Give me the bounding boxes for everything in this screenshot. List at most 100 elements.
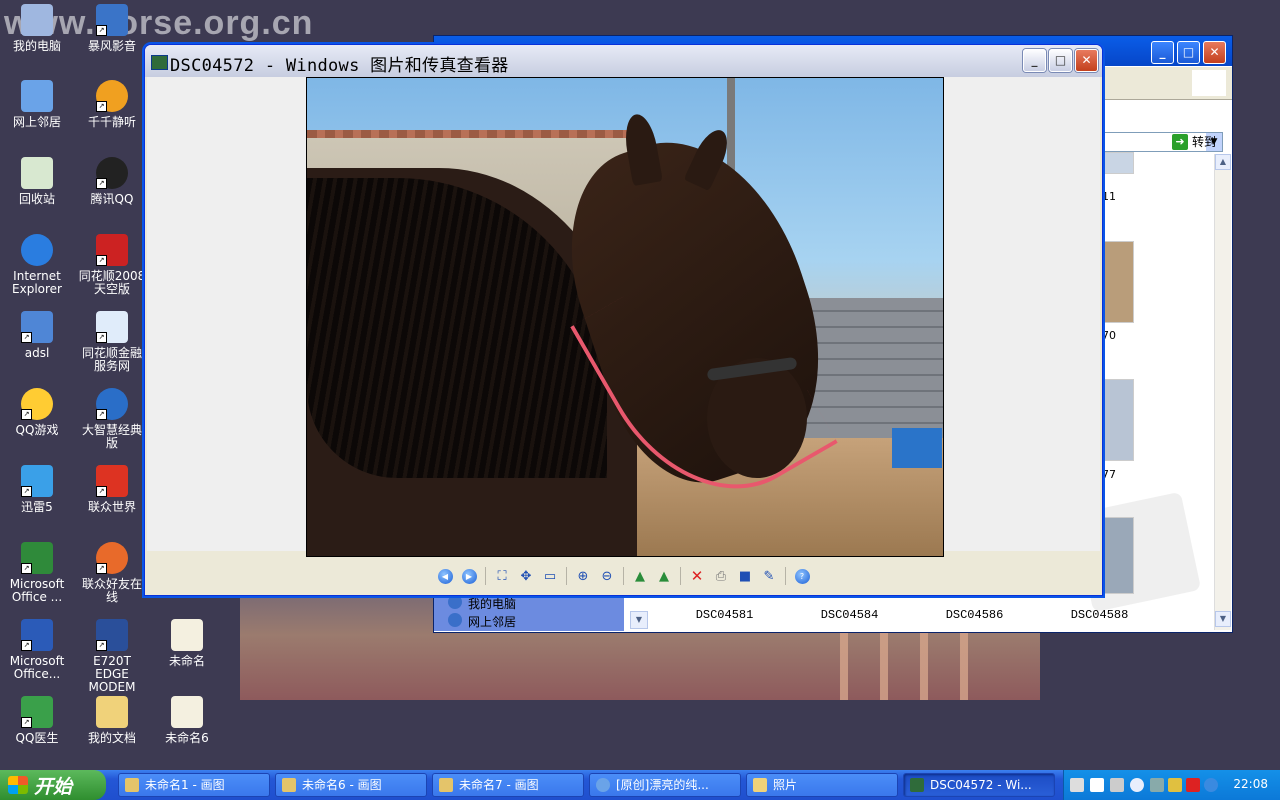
taskbar-item-ie[interactable]: [原创]漂亮的纯... (589, 773, 741, 797)
desktop-icon-dazhihui[interactable]: ↗ 大智慧经典 版 (75, 388, 149, 450)
save-icon: ■ (738, 568, 752, 584)
paint-icon (439, 778, 453, 792)
chevron-left-icon[interactable] (1130, 778, 1144, 792)
viewer-close-button[interactable]: ✕ (1075, 49, 1098, 72)
viewer-minimize-button[interactable]: _ (1023, 49, 1046, 72)
network-tray-icon[interactable] (1150, 778, 1164, 792)
zoom-in-button[interactable]: ⊕ (572, 565, 594, 587)
desktop-icon-ms-excel[interactable]: ↗ Microsoft Office ... (0, 542, 74, 604)
thumbnail-name[interactable]: DSC04586 (912, 608, 1037, 622)
help-tray-icon[interactable] (1090, 778, 1104, 792)
desktop-icon-network[interactable]: 网上邻居 (0, 80, 74, 129)
viewer-title-bar[interactable]: DSC04572 - Windows 图片和传真查看器 _ □ ✕ (145, 45, 1102, 77)
recycle-bin-icon (21, 157, 53, 189)
scroll-down-icon[interactable]: ▼ (1215, 611, 1231, 627)
computer-icon (21, 4, 53, 36)
desktop-icon-edge-modem[interactable]: ↗ E720T EDGE MODEM (75, 619, 149, 694)
desktop-icon-untitled6[interactable]: 未命名6 (150, 696, 224, 745)
actual-size-button[interactable]: ✥ (515, 565, 537, 587)
help-button[interactable]: ? (791, 565, 813, 587)
zoom-out-button[interactable]: ⊖ (596, 565, 618, 587)
desktop-icon-qq-game[interactable]: ↗ QQ游戏 (0, 388, 74, 437)
delete-button[interactable]: ✕ (686, 565, 708, 587)
explorer-vertical-scrollbar[interactable]: ▲ (1214, 154, 1231, 630)
desktop-icon-ms-word[interactable]: ↗ Microsoft Office... (0, 619, 74, 681)
taskbar: 开始 未命名1 - 画图 未命名6 - 画图 未命名7 - 画图 [原创]漂亮的… (0, 770, 1280, 800)
best-fit-button[interactable]: ⛶ (491, 565, 513, 587)
thumbnail-partial[interactable] (1102, 517, 1134, 594)
desktop-icon-my-computer[interactable]: 我的电脑 (0, 4, 74, 53)
desktop-icon-adsl[interactable]: ↗ adsl (0, 311, 74, 360)
picture-viewer-window[interactable]: DSC04572 - Windows 图片和传真查看器 _ □ ✕ ◀ ▶ ⛶ … (144, 44, 1103, 596)
desktop-icon-my-documents[interactable]: 我的文档 (75, 696, 149, 745)
qq-tray-icon[interactable] (1204, 778, 1218, 792)
taskbar-item-picture-viewer[interactable]: DSC04572 - Wi... (903, 773, 1055, 797)
thumbnail-label: 70 (1102, 329, 1116, 342)
edit-icon: ✎ (763, 568, 775, 584)
pane-scroll-down-icon[interactable]: ▼ (630, 611, 648, 629)
toolbar-separator (680, 567, 681, 585)
thumbnail-name[interactable]: DSC04584 (787, 608, 912, 622)
excel-icon: ↗ (21, 542, 53, 574)
clock[interactable]: 22:08 (1233, 777, 1268, 791)
next-image-button[interactable]: ▶ (458, 565, 480, 587)
desktop-icon-tonghuashun-finance[interactable]: ↗ 同花顺金融 服务网 (75, 311, 149, 373)
arrow-right-icon: ➜ (1172, 133, 1188, 150)
scroll-up-icon[interactable]: ▲ (1215, 154, 1231, 170)
desktop-icon-internet-explorer[interactable]: Internet Explorer (0, 234, 74, 296)
taskbar-item-paint-6[interactable]: 未命名6 - 画图 (275, 773, 427, 797)
cards-icon: ↗ (96, 234, 128, 266)
thumbnail-name[interactable]: DSC04581 (662, 608, 787, 622)
left-pane-my-computer[interactable]: 我的电脑 (448, 595, 516, 612)
desktop-icon-recycle-bin[interactable]: 回收站 (0, 157, 74, 206)
explorer-maximize-button[interactable]: □ (1177, 41, 1200, 64)
rotate-cw-icon: ▲ (635, 568, 645, 584)
open-for-editing-button[interactable]: ✎ (758, 565, 780, 587)
copy-to-button[interactable]: ■ (734, 565, 756, 587)
desktop-icon-qq[interactable]: ↗ 腾讯QQ (75, 157, 149, 206)
desktop-icon-lianzhong[interactable]: ↗ 联众世界 (75, 465, 149, 514)
horse-photo (306, 77, 944, 557)
desktop-icon-storm-player[interactable]: ↗ 暴风影音 (75, 4, 149, 53)
goto-button[interactable]: ➜ 转到 (1172, 133, 1216, 150)
print-button[interactable]: ⎙ (710, 565, 732, 587)
paint-file-icon (171, 696, 203, 728)
thumbnail-partial[interactable] (1102, 152, 1134, 174)
print-icon: ⎙ (715, 568, 727, 584)
thumbnail-partial[interactable] (1102, 241, 1134, 323)
computer-icon (448, 595, 462, 609)
explorer-close-button[interactable]: ✕ (1203, 41, 1226, 64)
taskbar-item-paint-7[interactable]: 未命名7 - 画图 (432, 773, 584, 797)
input-method-icon[interactable] (1110, 778, 1124, 792)
taskbar-item-photos-folder[interactable]: 照片 (746, 773, 898, 797)
antivirus-tray-icon[interactable] (1186, 778, 1200, 792)
desktop-icon-untitled[interactable]: 未命名 (150, 619, 224, 668)
picture-viewer-app-icon (151, 55, 168, 70)
explorer-minimize-button[interactable]: _ (1151, 41, 1174, 64)
left-pane-network[interactable]: 网上邻居 (448, 613, 516, 630)
zoom-in-icon: ⊕ (577, 568, 589, 584)
desktop-icon-ttplayer[interactable]: ↗ 千千静听 (75, 80, 149, 129)
viewer-maximize-button[interactable]: □ (1049, 49, 1072, 72)
previous-image-button[interactable]: ◀ (434, 565, 456, 587)
thumbnail-name[interactable]: DSC04588 (1037, 608, 1162, 622)
explorer-left-pane: 我的电脑 网上邻居 (434, 591, 624, 631)
stock-app-icon: ↗ (96, 388, 128, 420)
ie-shortcut-icon: ↗ (96, 311, 128, 343)
warning-tray-icon[interactable] (1168, 778, 1182, 792)
network-connection-icon: ↗ (21, 311, 53, 343)
rotate-clockwise-button[interactable]: ▲ (629, 565, 651, 587)
rotate-counterclockwise-button[interactable]: ▲ (653, 565, 675, 587)
start-button[interactable]: 开始 (0, 770, 106, 800)
thumbnail-partial[interactable] (1102, 379, 1134, 461)
taskbar-item-paint-1[interactable]: 未命名1 - 画图 (118, 773, 270, 797)
desktop-icon-tonghuashun-2008[interactable]: ↗ 同花顺2008 天空版 (75, 234, 149, 296)
slideshow-button[interactable]: ▭ (539, 565, 561, 587)
desktop-icon-qq-doctor[interactable]: ↗ QQ医生 (0, 696, 74, 745)
word-icon: ↗ (21, 619, 53, 651)
desktop-icon-lianzhong-friends[interactable]: ↗ 联众好友在 线 (75, 542, 149, 604)
keyboard-icon[interactable] (1070, 778, 1084, 792)
paint-icon (125, 778, 139, 792)
folder-icon (96, 696, 128, 728)
desktop-icon-xunlei[interactable]: ↗ 迅雷5 (0, 465, 74, 514)
